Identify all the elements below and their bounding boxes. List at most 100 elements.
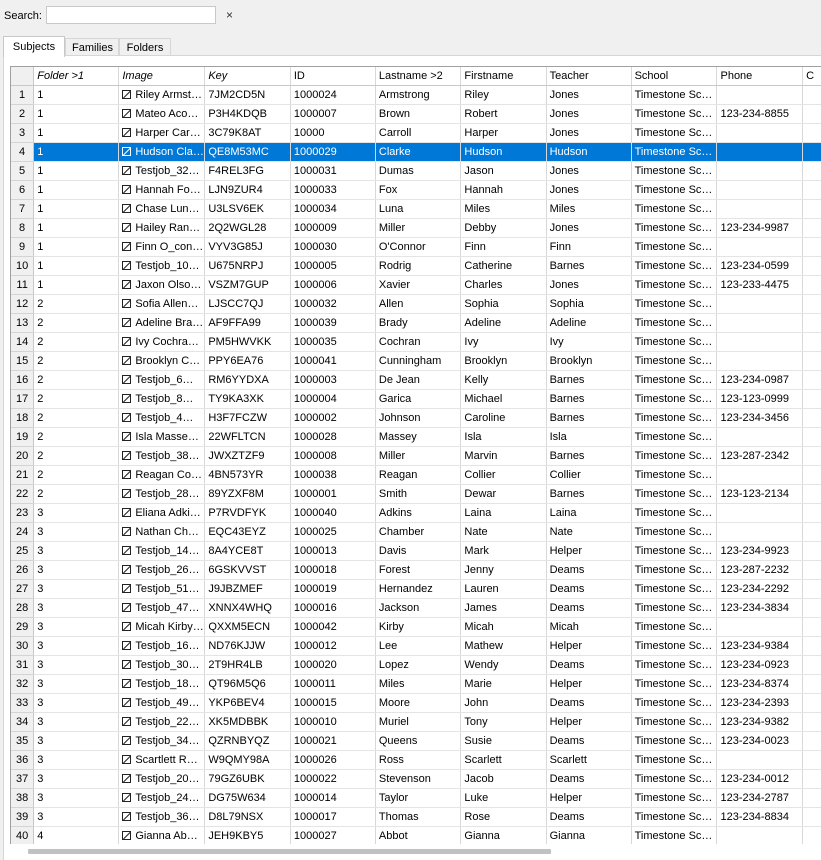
firstname-cell[interactable]: Marvin xyxy=(460,446,547,466)
row-number[interactable]: 39 xyxy=(11,807,35,827)
lastname-cell[interactable]: Miller xyxy=(375,446,462,466)
row-number[interactable]: 32 xyxy=(11,674,35,694)
extra-cell[interactable] xyxy=(802,560,821,580)
row-number[interactable]: 30 xyxy=(11,636,35,656)
folder-cell[interactable]: 1 xyxy=(33,104,120,124)
school-cell[interactable]: Timestone Sc… xyxy=(631,427,718,447)
key-cell[interactable]: JWXZTZF9 xyxy=(204,446,291,466)
key-cell[interactable]: AF9FFA99 xyxy=(204,313,291,333)
table-row[interactable]: 2 1 Mateo Aco… P3H4KDQB 1000007 Brown Robert Jo… xyxy=(11,104,821,124)
folder-cell[interactable]: 3 xyxy=(33,636,120,656)
teacher-cell[interactable]: Adeline xyxy=(546,313,632,333)
key-cell[interactable]: P7RVDFYK xyxy=(204,503,291,523)
teacher-cell[interactable]: Gianna xyxy=(546,826,632,844)
firstname-cell[interactable]: Tony xyxy=(460,712,547,732)
extra-cell[interactable] xyxy=(802,351,821,371)
phone-cell[interactable]: 123-287-2342 xyxy=(716,446,804,466)
table-row[interactable]: 30 3 Testjob_16… ND76KJJW 1000012 Lee Mathew He… xyxy=(11,636,821,656)
table-row[interactable]: 34 3 Testjob_22… XK5MDBBK 1000010 Muriel Tony H… xyxy=(11,712,821,732)
image-cell[interactable]: Adeline Bra… xyxy=(118,313,206,333)
row-number[interactable]: 18 xyxy=(11,408,35,428)
image-cell[interactable]: Jaxon Olso… xyxy=(118,275,206,295)
folder-cell[interactable]: 3 xyxy=(33,750,120,770)
folder-cell[interactable]: 2 xyxy=(33,446,120,466)
row-number[interactable]: 9 xyxy=(11,237,35,257)
extra-cell[interactable] xyxy=(802,313,821,333)
lastname-cell[interactable]: De Jean xyxy=(375,370,462,390)
row-number[interactable]: 20 xyxy=(11,446,35,466)
phone-cell[interactable]: 123-234-9987 xyxy=(716,218,804,238)
column-header-firstname[interactable]: Firstname xyxy=(460,67,547,86)
tab-subjects[interactable]: Subjects xyxy=(3,36,65,57)
table-row[interactable]: 4 1 Hudson Cla… QE8M53MC 1000029 Clarke Hudson… xyxy=(11,142,821,162)
extra-cell[interactable] xyxy=(802,769,821,789)
lastname-cell[interactable]: Davis xyxy=(375,541,462,561)
phone-cell[interactable]: 123-234-2787 xyxy=(716,788,804,808)
teacher-cell[interactable]: Jones xyxy=(546,104,632,124)
extra-cell[interactable] xyxy=(802,256,821,276)
extra-cell[interactable] xyxy=(802,731,821,751)
folder-cell[interactable]: 1 xyxy=(33,237,120,257)
phone-cell[interactable] xyxy=(716,313,804,333)
image-cell[interactable]: Harper Car… xyxy=(118,123,206,143)
lastname-cell[interactable]: Clarke xyxy=(375,142,462,162)
extra-cell[interactable] xyxy=(802,332,821,352)
tab-families[interactable]: Families xyxy=(65,38,119,56)
key-cell[interactable]: LJN9ZUR4 xyxy=(204,180,291,200)
lastname-cell[interactable]: Garica xyxy=(375,389,462,409)
table-row[interactable]: 36 3 Scartlett R… W9QMY98A 1000026 Ross Scarle… xyxy=(11,750,821,770)
extra-cell[interactable] xyxy=(802,180,821,200)
school-cell[interactable]: Timestone Sc… xyxy=(631,788,718,808)
id-cell[interactable]: 1000010 xyxy=(290,712,376,732)
school-cell[interactable]: Timestone Sc… xyxy=(631,693,718,713)
table-row[interactable]: 24 3 Nathan Ch… EQC43EYZ 1000025 Chamber Nate N… xyxy=(11,522,821,542)
image-cell[interactable]: Reagan Co… xyxy=(118,465,206,485)
teacher-cell[interactable]: Laina xyxy=(546,503,632,523)
horizontal-scrollbar[interactable] xyxy=(28,849,551,854)
firstname-cell[interactable]: Luke xyxy=(460,788,547,808)
folder-cell[interactable]: 3 xyxy=(33,712,120,732)
image-cell[interactable]: Testjob_34… xyxy=(118,731,206,751)
phone-cell[interactable]: 123-123-2134 xyxy=(716,484,804,504)
extra-cell[interactable] xyxy=(802,655,821,675)
lastname-cell[interactable]: Carroll xyxy=(375,123,462,143)
folder-cell[interactable]: 1 xyxy=(33,161,120,181)
lastname-cell[interactable]: Queens xyxy=(375,731,462,751)
lastname-cell[interactable]: Armstrong xyxy=(375,85,462,105)
school-cell[interactable]: Timestone Sc… xyxy=(631,123,718,143)
phone-cell[interactable] xyxy=(716,237,804,257)
school-cell[interactable]: Timestone Sc… xyxy=(631,655,718,675)
extra-cell[interactable] xyxy=(802,522,821,542)
row-number[interactable]: 31 xyxy=(11,655,35,675)
phone-cell[interactable]: 123-234-0012 xyxy=(716,769,804,789)
firstname-cell[interactable]: Miles xyxy=(460,199,547,219)
table-row[interactable]: 38 3 Testjob_24… DG75W634 1000014 Taylor Luke H… xyxy=(11,788,821,808)
phone-cell[interactable]: 123-234-0599 xyxy=(716,256,804,276)
column-header-extra[interactable]: C xyxy=(802,67,821,86)
firstname-cell[interactable]: Hudson xyxy=(460,142,547,162)
row-number[interactable]: 28 xyxy=(11,598,35,618)
lastname-cell[interactable]: Hernandez xyxy=(375,579,462,599)
key-cell[interactable]: PPY6EA76 xyxy=(204,351,291,371)
image-cell[interactable]: Testjob_14… xyxy=(118,541,206,561)
lastname-cell[interactable]: Rodrig xyxy=(375,256,462,276)
table-row[interactable]: 37 3 Testjob_20… 79GZ6UBK 1000022 Stevenson Ja… xyxy=(11,769,821,789)
row-number[interactable]: 22 xyxy=(11,484,35,504)
key-cell[interactable]: PM5HWVKK xyxy=(204,332,291,352)
school-cell[interactable]: Timestone Sc… xyxy=(631,465,718,485)
id-cell[interactable]: 1000003 xyxy=(290,370,376,390)
table-row[interactable]: 9 1 Finn O_con… VYV3G85J 1000030 O'Connor Finn… xyxy=(11,237,821,257)
extra-cell[interactable] xyxy=(802,123,821,143)
image-cell[interactable]: Testjob_26… xyxy=(118,560,206,580)
column-header-phone[interactable]: Phone xyxy=(716,67,804,86)
firstname-cell[interactable]: Laina xyxy=(460,503,547,523)
teacher-cell[interactable]: Deams xyxy=(546,693,632,713)
image-cell[interactable]: Testjob_24… xyxy=(118,788,206,808)
teacher-cell[interactable]: Helper xyxy=(546,788,632,808)
extra-cell[interactable] xyxy=(802,161,821,181)
image-cell[interactable]: Testjob_6… xyxy=(118,370,206,390)
phone-cell[interactable] xyxy=(716,750,804,770)
firstname-cell[interactable]: Catherine xyxy=(460,256,547,276)
lastname-cell[interactable]: Stevenson xyxy=(375,769,462,789)
row-number[interactable]: 8 xyxy=(11,218,35,238)
